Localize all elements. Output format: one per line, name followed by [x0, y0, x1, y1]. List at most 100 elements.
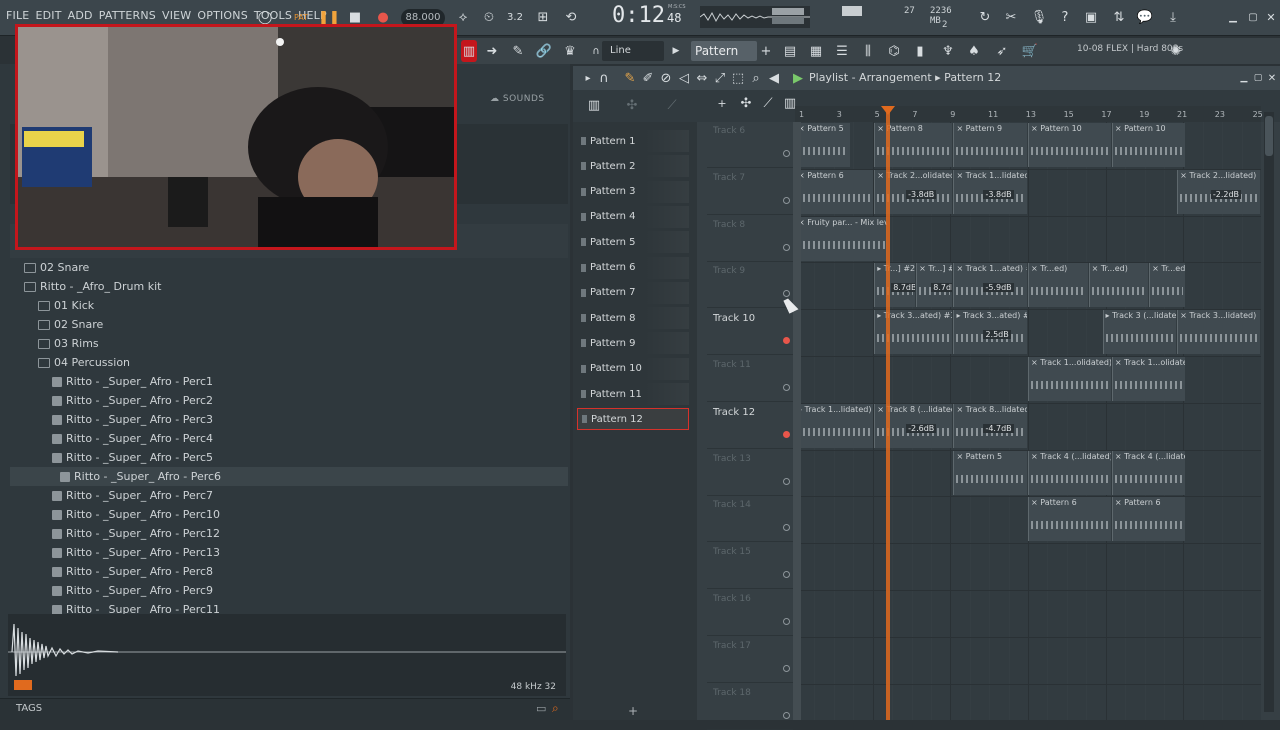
- vertical-scrollbar[interactable]: [1264, 112, 1274, 712]
- settings-icon[interactable]: ✺: [1165, 40, 1187, 62]
- loop-record-icon[interactable]: ⟲: [560, 6, 582, 28]
- search-icon[interactable]: ⌕: [552, 701, 559, 716]
- browser-file[interactable]: Ritto - _Super_ Afro - Perc2: [10, 391, 568, 410]
- track-mute-led[interactable]: [783, 384, 790, 391]
- playlist-clip[interactable]: × Pattern 10: [1111, 123, 1186, 167]
- track-header[interactable]: Track 6: [707, 122, 793, 168]
- playhead-handle[interactable]: [881, 106, 895, 115]
- playlist-clip[interactable]: × Track 1...ated) #2 -5.9dB: [953, 263, 1027, 308]
- timeline-ruler[interactable]: 1 3 5 7 9 11 13 15 17 19 21 23 25: [795, 106, 1263, 122]
- playlist-clip[interactable]: × Tr...] #2 8.7dB: [916, 263, 953, 308]
- browser-file[interactable]: Ritto - _Super_ Afro - Perc10: [10, 505, 568, 524]
- browser-file[interactable]: Ritto - _Super_ Afro - Perc5: [10, 448, 568, 467]
- playlist-clip[interactable]: × Fruity par... - Mix level: [795, 216, 888, 261]
- playhead-marker[interactable]: [886, 106, 890, 720]
- pattern-item[interactable]: Pattern 2: [577, 155, 689, 178]
- pattern-item[interactable]: Pattern 10: [577, 357, 689, 380]
- playlist-clip[interactable]: × Pattern 6: [795, 169, 874, 214]
- minimize-icon[interactable]: ▁: [1222, 6, 1244, 28]
- track-header[interactable]: Track 16: [707, 590, 793, 636]
- menu-add[interactable]: ADD: [68, 9, 93, 22]
- browser-folder[interactable]: 03 Rims: [10, 334, 568, 353]
- render-icon[interactable]: ⇅: [1108, 6, 1130, 28]
- browser-file[interactable]: Ritto - _Super_ Afro - Perc12: [10, 524, 568, 543]
- chat-icon[interactable]: 💬: [1134, 6, 1156, 28]
- snap-select[interactable]: Line: [602, 41, 664, 61]
- pattern-item[interactable]: Pattern 3: [577, 180, 689, 203]
- track-mute-led[interactable]: [783, 290, 790, 298]
- browser-folder[interactable]: 01 Kick: [10, 296, 568, 315]
- playlist-speaker-icon[interactable]: ◀: [763, 67, 785, 89]
- track-divider[interactable]: [793, 122, 801, 720]
- playlist-clip[interactable]: ▸ Track 3 (...lidated): [1102, 310, 1177, 355]
- playlist-clip[interactable]: × Track 1...lidated) -3.8dB: [953, 169, 1027, 214]
- track-mute-led[interactable]: [783, 196, 790, 204]
- reload-icon[interactable]: ↻: [974, 6, 996, 28]
- wait-input-icon[interactable]: ⏲: [478, 6, 500, 28]
- track-draw-icon[interactable]: ⟋: [757, 92, 779, 114]
- playlist-clip[interactable]: × Track 3...lidated): [1177, 310, 1260, 355]
- add-track-icon[interactable]: +: [711, 92, 733, 114]
- pattern-item[interactable]: Pattern 4: [577, 205, 689, 228]
- pattern-item[interactable]: Pattern 5: [577, 231, 689, 254]
- keyboard-icon[interactable]: ▥: [461, 40, 477, 62]
- audio-picker-icon[interactable]: ✣: [621, 94, 643, 116]
- playlist-clip[interactable]: × Track 1...olidated): [1111, 357, 1186, 401]
- menu-view[interactable]: VIEW: [162, 9, 191, 22]
- playlist-magnet-icon[interactable]: ∩: [593, 67, 615, 89]
- menu-edit[interactable]: EDIT: [35, 9, 61, 22]
- cart-icon[interactable]: 🛒: [1019, 40, 1041, 62]
- track-mute-led[interactable]: [783, 711, 790, 719]
- cut-icon[interactable]: ✂: [1000, 6, 1022, 28]
- browser-file[interactable]: Ritto - _Super_ Afro - Perc3: [10, 410, 568, 429]
- playlist-clip[interactable]: × Pattern 5: [953, 450, 1027, 495]
- track-options-icon[interactable]: ✣: [735, 92, 757, 114]
- pattern-item[interactable]: Pattern 11: [577, 383, 689, 405]
- browser-file[interactable]: Ritto - _Super_ Afro - Perc6: [10, 467, 568, 486]
- save-icon[interactable]: ▣: [1080, 6, 1102, 28]
- track-header[interactable]: Track 17: [707, 637, 793, 683]
- mixer-icon[interactable]: ⫼: [857, 40, 879, 62]
- track-header[interactable]: Track 10: [707, 309, 793, 356]
- pencil-icon[interactable]: ✎: [507, 40, 529, 62]
- track-header[interactable]: Track 18: [707, 684, 793, 730]
- track-mute-led[interactable]: [783, 150, 790, 157]
- playlist-clip[interactable]: ▸ Tr...] #2 8.7dB: [874, 263, 916, 308]
- browser-folder[interactable]: 02 Snare: [10, 315, 568, 334]
- mic-icon[interactable]: 🎙: [1028, 6, 1050, 28]
- piano-roll-icon[interactable]: ▦: [805, 40, 827, 62]
- automation-picker-icon[interactable]: ⟋: [661, 94, 683, 116]
- pattern-select[interactable]: Pattern 12: [691, 41, 757, 78]
- track-header[interactable]: Track 8: [707, 216, 793, 262]
- playlist-clip[interactable]: × Track 1...olidated): [1028, 357, 1111, 401]
- menu-patterns[interactable]: PATTERNS: [99, 9, 156, 22]
- playlist-clip[interactable]: × Track 4 (...lidated): [1111, 450, 1186, 495]
- playlist-clip[interactable]: × Pattern 5: [795, 123, 850, 167]
- blend-notes-icon[interactable]: ⊞: [532, 6, 554, 28]
- sample-waveform-preview[interactable]: 48 kHz 32: [8, 614, 566, 696]
- menu-file[interactable]: FILE: [6, 9, 29, 22]
- playlist-clip[interactable]: × Tr...ed): [1149, 263, 1186, 308]
- playlist-clip[interactable]: × Pattern 6: [1028, 497, 1111, 542]
- download-icon[interactable]: ⤓: [1162, 6, 1184, 28]
- track-header[interactable]: Track 15: [707, 543, 793, 590]
- browser-file[interactable]: Ritto - _Super_ Afro - Perc8: [10, 562, 568, 581]
- browser-folder[interactable]: 04 Percussion: [10, 353, 568, 372]
- touch-keyboard-icon[interactable]: ♠: [963, 40, 985, 62]
- pattern-item[interactable]: Pattern 12: [577, 408, 689, 431]
- sounds-tab[interactable]: ☁ SOUNDS: [490, 94, 545, 104]
- playlist-clip[interactable]: × Track 8...lidated) -4.7dB: [953, 403, 1027, 448]
- playlist-clip[interactable]: × Tr...ed): [1028, 263, 1088, 308]
- add-pattern-plus-icon[interactable]: +: [628, 704, 638, 718]
- stamp-icon[interactable]: ♛: [559, 40, 581, 62]
- link-icon[interactable]: 🔗: [533, 40, 555, 62]
- track-mute-led[interactable]: [783, 524, 790, 532]
- track-mute-led[interactable]: [783, 477, 790, 485]
- track-mute-led[interactable]: [783, 664, 790, 672]
- folder-icon[interactable]: ▭: [536, 702, 546, 715]
- hint-arrow-icon[interactable]: ➶: [991, 40, 1013, 62]
- playlist-clip[interactable]: × Pattern 9: [953, 123, 1027, 167]
- pattern-item[interactable]: Pattern 6: [577, 256, 689, 279]
- playlist-clip[interactable]: ▸ Track 3...ated) #3 2.5dB: [953, 310, 1027, 355]
- track-mute-led[interactable]: [783, 618, 790, 625]
